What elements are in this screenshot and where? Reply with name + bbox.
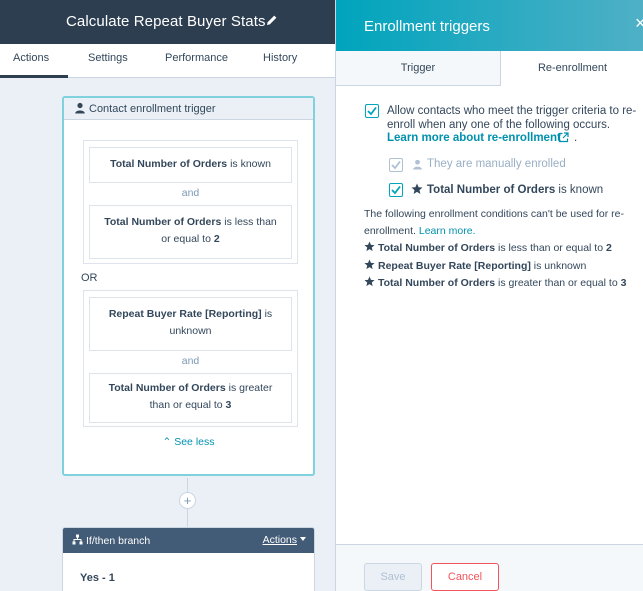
- filter-group-1: Total Number of Orders is known and Tota…: [83, 140, 298, 264]
- workflow-header: Calculate Repeat Buyer Stats: [0, 0, 335, 44]
- manual-enroll-label: They are manually enrolled: [427, 158, 566, 170]
- condition-property: Total Number of Orders: [110, 158, 228, 170]
- allow-reenroll-checkbox[interactable]: [365, 104, 379, 118]
- see-less-link[interactable]: ⌃ See less: [64, 436, 313, 448]
- save-button[interactable]: Save: [364, 563, 422, 591]
- tab-re-enrollment[interactable]: Re-enrollment: [501, 51, 643, 86]
- cancel-button[interactable]: Cancel: [431, 563, 499, 591]
- tab-performance[interactable]: Performance: [165, 52, 228, 64]
- external-link-icon: [558, 132, 569, 143]
- orders-known-checkbox[interactable]: [389, 183, 403, 197]
- checkmark-icon: [367, 106, 377, 116]
- filter-condition[interactable]: Total Number of Orders is less than or e…: [89, 205, 292, 259]
- star-icon: [364, 259, 375, 270]
- condition-property: Repeat Buyer Rate [Reporting]: [378, 260, 531, 272]
- condition-property: Total Number of Orders: [108, 382, 226, 394]
- person-icon: [75, 102, 85, 114]
- filter-condition[interactable]: Total Number of Orders is greater than o…: [89, 373, 292, 423]
- condition-value: 3: [620, 277, 627, 289]
- star-icon: [411, 183, 423, 194]
- learn-more-period: .: [574, 132, 578, 144]
- condition-property: Repeat Buyer Rate [Reporting]: [108, 308, 262, 320]
- condition-value: 3: [225, 399, 232, 411]
- trigger-card-title: Contact enrollment trigger: [89, 103, 216, 115]
- learn-more-reenrollment-link[interactable]: Learn more about re-enrollment: [387, 132, 561, 144]
- condition-operator: is less than or equal to: [498, 242, 604, 254]
- condition-property: Total Number of Orders: [104, 216, 222, 228]
- workflow-editor: Calculate Repeat Buyer Stats Actions Set…: [0, 0, 335, 591]
- chevron-up-icon: ⌃: [162, 436, 172, 448]
- star-icon: [364, 241, 375, 252]
- panel-footer: Save Cancel: [336, 544, 643, 591]
- pencil-icon[interactable]: [266, 14, 278, 26]
- condition-property: Total Number of Orders: [427, 184, 556, 196]
- condition-value: 2: [605, 242, 612, 254]
- panel-header: Enrollment triggers ×: [336, 0, 643, 51]
- cannot-use-text: The following enrollment conditions can'…: [364, 208, 624, 237]
- excluded-condition: Total Number of Orders is less than or e…: [364, 241, 612, 254]
- branch-icon: [72, 534, 83, 545]
- checkmark-icon: [391, 160, 401, 170]
- learn-more-link[interactable]: Learn more.: [419, 225, 476, 237]
- trigger-card-header: Contact enrollment trigger: [64, 98, 313, 120]
- branch-card-title: If/then branch: [86, 535, 151, 547]
- tab-actions[interactable]: Actions: [13, 52, 49, 64]
- checkmark-icon: [391, 185, 401, 195]
- workflow-title[interactable]: Calculate Repeat Buyer Stats: [66, 13, 266, 30]
- excluded-condition: Repeat Buyer Rate [Reporting] is unknown: [364, 259, 586, 272]
- person-icon: [413, 159, 422, 170]
- star-icon: [364, 276, 375, 287]
- close-icon[interactable]: ×: [635, 14, 643, 32]
- allow-reenroll-label: Allow contacts who meet the trigger crit…: [387, 105, 637, 131]
- enrollment-triggers-panel: Enrollment triggers × Trigger Re-enrollm…: [335, 0, 643, 591]
- tab-settings[interactable]: Settings: [88, 52, 128, 64]
- connector-line: [187, 509, 188, 528]
- condition-operator: is greater than or equal to: [498, 277, 618, 289]
- condition-operator: is unknown: [533, 260, 587, 272]
- filter-group-2: Repeat Buyer Rate [Reporting] is unknown…: [83, 290, 298, 427]
- panel-title: Enrollment triggers: [364, 18, 490, 35]
- or-label: OR: [81, 272, 98, 284]
- condition-operator: is known: [230, 158, 271, 170]
- condition-value: 2: [213, 233, 220, 245]
- condition-operator: is known: [558, 184, 604, 196]
- enrollment-trigger-card[interactable]: Contact enrollment trigger Total Number …: [62, 96, 315, 476]
- add-action-button[interactable]: +: [179, 492, 196, 509]
- filter-condition[interactable]: Repeat Buyer Rate [Reporting] is unknown: [89, 297, 292, 351]
- cannot-use-notice: The following enrollment conditions can'…: [364, 206, 634, 240]
- orders-known-label: Total Number of Orders is known: [427, 184, 603, 196]
- if-then-branch-card[interactable]: If/then branch Actions Yes - 1: [62, 527, 315, 591]
- manual-enroll-checkbox[interactable]: [389, 158, 403, 172]
- branch-card-header: If/then branch Actions: [63, 528, 314, 553]
- branch-actions-dropdown[interactable]: Actions: [263, 534, 306, 546]
- and-label: and: [181, 187, 200, 199]
- tab-history[interactable]: History: [263, 52, 297, 64]
- condition-property: Total Number of Orders: [378, 277, 496, 289]
- workflow-tabs: Actions Settings Performance History: [0, 44, 335, 78]
- and-label: and: [181, 355, 200, 367]
- condition-property: Total Number of Orders: [378, 242, 496, 254]
- branch-yes-label: Yes - 1: [80, 572, 115, 584]
- see-less-label: See less: [174, 436, 215, 448]
- excluded-condition: Total Number of Orders is greater than o…: [364, 276, 626, 289]
- filter-condition[interactable]: Total Number of Orders is known: [89, 147, 292, 183]
- caret-down-icon: [300, 537, 306, 541]
- branch-actions-label: Actions: [262, 534, 297, 546]
- tab-trigger[interactable]: Trigger: [336, 51, 501, 86]
